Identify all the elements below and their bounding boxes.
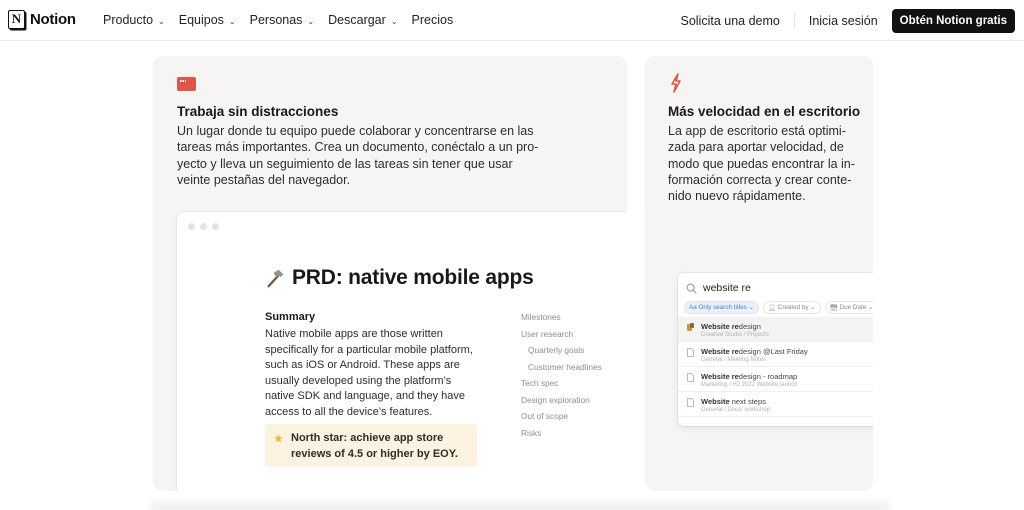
- card-description: La app de escritorio está optimi-zada pa…: [668, 124, 855, 204]
- result-path: General / Docs/ workshop: [701, 407, 771, 413]
- window-dot: [200, 223, 207, 230]
- summary-text: Native mobile apps are those written spe…: [265, 328, 473, 418]
- toc-item[interactable]: Customer headlines: [521, 361, 602, 378]
- search-result[interactable]: Website next steps General / Docs/ works…: [678, 392, 873, 417]
- card-title: Trabaja sin distracciones: [177, 104, 339, 119]
- toc-item[interactable]: Tech spec: [521, 377, 602, 394]
- nav-divider: [793, 13, 795, 29]
- toc-item[interactable]: Risks: [521, 427, 602, 444]
- window-dot: [188, 223, 195, 230]
- nav-link-label: Descargar: [328, 13, 386, 27]
- nav-links: Producto ⌄ Equipos ⌄ Personas ⌄ Descargar ⌄ …: [103, 13, 467, 27]
- search-filters: Aa Only search titles ⌄ 👤︎ Created by ⌄ 📅…: [684, 301, 873, 314]
- next-section-shadow: [150, 496, 890, 510]
- nav-link-label: Equipos: [178, 13, 224, 27]
- toc-item[interactable]: Out of scope: [521, 410, 602, 427]
- hammer-icon: [267, 269, 284, 288]
- result-rest: design - roadmap: [738, 372, 798, 381]
- star-icon: ★: [274, 434, 283, 445]
- nav-descargar[interactable]: Descargar ⌄: [328, 13, 397, 27]
- feature-card-focus: Trabaja sin distracciones Un lugar donde…: [153, 56, 627, 491]
- notion-logo-icon: N: [8, 10, 25, 29]
- notion-logo[interactable]: N Notion: [8, 10, 76, 29]
- search-bar: [686, 282, 853, 294]
- nav-personas[interactable]: Personas ⌄: [250, 13, 315, 27]
- result-rest: design @Last Friday: [738, 347, 808, 356]
- result-match: Website re: [701, 372, 739, 381]
- brand-name: Notion: [30, 11, 76, 28]
- get-notion-free-button[interactable]: Obtén Notion gratis: [891, 9, 1015, 33]
- search-result[interactable]: Website redesign @Last Friday General / …: [678, 342, 873, 367]
- lightning-icon: [671, 73, 681, 93]
- callout-text: North star: achieve app store reviews of…: [291, 432, 458, 460]
- search-icon: [686, 283, 697, 294]
- person-icon: 👤︎: [767, 304, 776, 312]
- filter-created-by[interactable]: 👤︎ Created by ⌄: [762, 301, 821, 314]
- table-of-contents: Milestones User research Quarterly goals…: [521, 311, 602, 443]
- result-match: Website re: [701, 347, 739, 356]
- chevron-down-icon: ⌄: [307, 16, 315, 26]
- result-match: Website re: [701, 322, 739, 331]
- document-preview: PRD: native mobile apps Summary Native m…: [177, 212, 627, 491]
- result-rest: design: [738, 322, 761, 331]
- search-result[interactable]: Website redesign Creative Studio / Proje…: [678, 317, 873, 342]
- result-rest: next steps: [729, 397, 766, 406]
- north-star-callout: ★ North star: achieve app store reviews …: [265, 424, 477, 467]
- nav-equipos[interactable]: Equipos ⌄: [179, 13, 236, 27]
- toc-item[interactable]: Design exploration: [521, 394, 602, 411]
- page-icon: [687, 398, 694, 407]
- chevron-down-icon: ⌄: [390, 16, 398, 26]
- doc-title: PRD: native mobile apps: [264, 266, 534, 290]
- filter-only-titles[interactable]: Aa Only search titles ⌄: [684, 301, 759, 314]
- filter-due-date[interactable]: 📅︎ Due Date ⌄: [824, 301, 873, 314]
- project-icon: [687, 323, 694, 331]
- window-controls: [188, 223, 219, 230]
- page-icon: [687, 348, 694, 357]
- result-path: General / Meeting Notes: [701, 357, 767, 363]
- nav-producto[interactable]: Producto ⌄: [103, 13, 165, 27]
- card-description: Un lugar donde tu equipo puede colaborar…: [177, 124, 539, 187]
- chip-label: Created by ⌄: [777, 304, 816, 311]
- nav-precios[interactable]: Precios: [412, 13, 454, 27]
- summary-heading: Summary: [265, 311, 316, 323]
- request-demo-link[interactable]: Solicita una demo: [680, 10, 779, 32]
- chip-label: Due Date ⌄: [839, 304, 873, 311]
- window-icon: [177, 77, 196, 91]
- card-title: Más velocidad en el escritorio: [668, 104, 861, 119]
- chevron-down-icon: ⌄: [228, 16, 236, 26]
- doc-title-text: PRD: native mobile apps: [292, 266, 534, 289]
- nav-link-label: Producto: [103, 13, 154, 27]
- result-match: Website: [701, 397, 730, 406]
- toc-item[interactable]: User research: [521, 328, 602, 345]
- search-preview: Aa Only search titles ⌄ 👤︎Created by ⌄ 📅…: [678, 273, 873, 426]
- feature-card-speed: Más velocidad en el escritorio La app de…: [645, 56, 873, 491]
- search-results: Website redesign Creative Studio / Proje…: [678, 317, 873, 417]
- calendar-icon: 📅︎: [829, 304, 838, 312]
- login-link[interactable]: Inicia sesión: [809, 14, 878, 28]
- search-input[interactable]: [703, 282, 853, 294]
- top-navigation: N Notion Producto ⌄ Equipos ⌄ Personas ⌄ De…: [0, 0, 1024, 41]
- nav-link-label: Personas: [249, 13, 303, 27]
- search-result[interactable]: Website redesign - roadmap Marketing / H…: [678, 367, 873, 392]
- result-path: Creative Studio / Projects: [701, 332, 769, 338]
- page-icon: [687, 373, 694, 382]
- nav-actions: Solicita una demo Inicia sesión Obtén No…: [680, 9, 1015, 33]
- toc-item[interactable]: Milestones: [521, 311, 602, 328]
- window-dot: [212, 223, 219, 230]
- chevron-down-icon: ⌄: [158, 16, 165, 26]
- toc-item[interactable]: Quarterly goals: [521, 344, 602, 361]
- nav-link-label: Precios: [411, 13, 454, 27]
- result-path: Marketing / H2 2022 Website launch: [701, 382, 798, 388]
